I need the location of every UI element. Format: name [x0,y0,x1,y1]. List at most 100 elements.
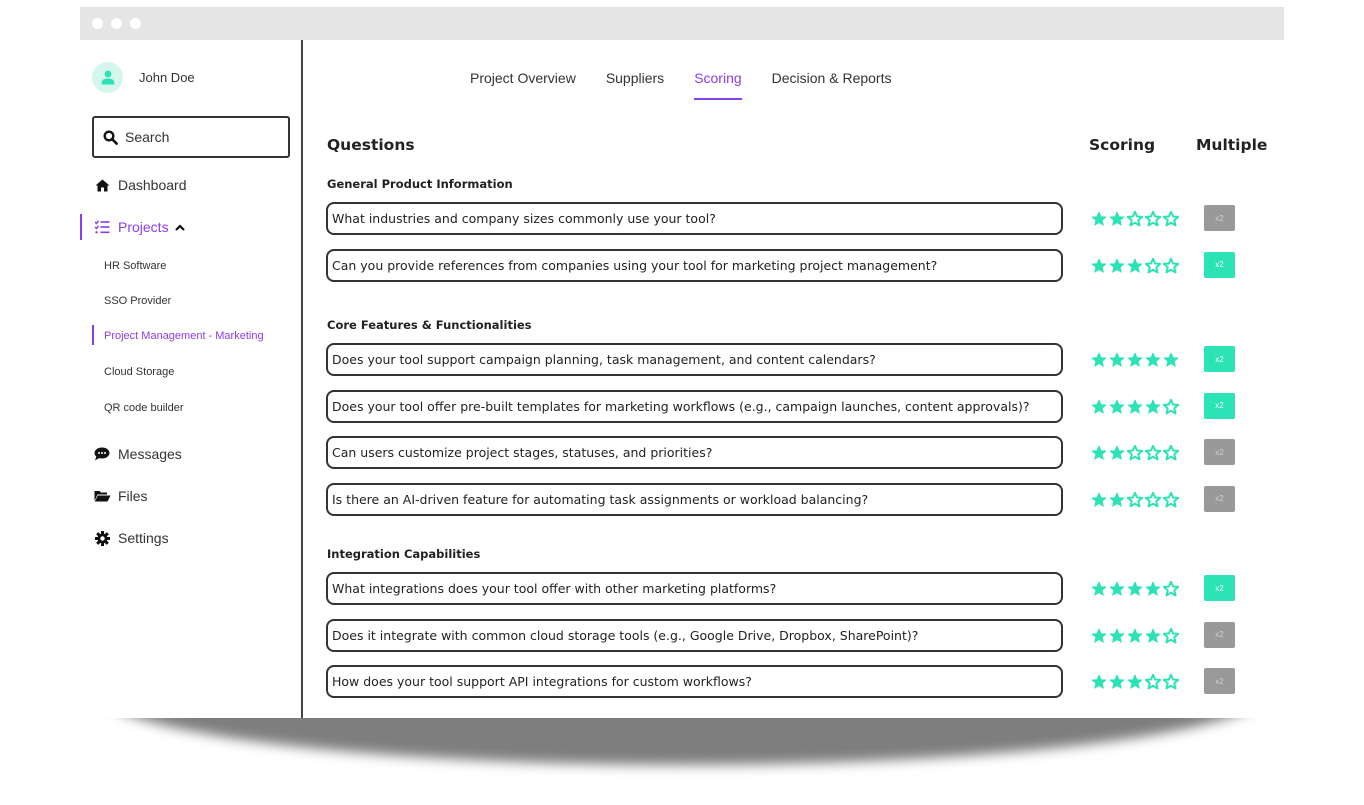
search-label: Search [125,129,170,145]
star-empty-icon[interactable] [1127,445,1143,461]
star-empty-icon[interactable] [1163,491,1179,508]
star-rating[interactable] [1091,211,1179,227]
tab-project-overview[interactable]: Project Overview [470,70,576,86]
star-rating[interactable] [1091,352,1179,368]
search-input[interactable]: Search [92,116,290,158]
star-filled-icon[interactable] [1091,674,1107,690]
star-empty-icon[interactable] [1163,674,1179,690]
star-empty-icon[interactable] [1145,491,1161,508]
star-rating[interactable] [1091,491,1179,508]
active-indicator [80,214,82,240]
question-field[interactable]: Can users customize project stages, stat… [326,436,1063,469]
question-field[interactable]: Does your tool support campaign planning… [326,343,1063,376]
star-filled-icon[interactable] [1145,628,1161,644]
app-window: John Doe Search Dashboard Projects HR So… [80,7,1284,718]
sidebar-item-settings[interactable]: Settings [93,530,169,546]
star-filled-icon[interactable] [1109,445,1125,461]
multiplier-toggle[interactable]: x2 [1204,485,1235,512]
star-rating[interactable] [1091,627,1179,644]
star-filled-icon[interactable] [1109,211,1125,227]
star-empty-icon[interactable] [1163,398,1179,415]
section-title: Integration Capabilities [327,547,481,561]
star-filled-icon[interactable] [1127,581,1143,597]
tab-suppliers[interactable]: Suppliers [606,70,664,86]
star-filled-icon[interactable] [1145,399,1161,415]
star-empty-icon[interactable] [1127,211,1143,227]
star-filled-icon[interactable] [1145,581,1161,597]
star-filled-icon[interactable] [1109,492,1125,508]
star-empty-icon[interactable] [1163,581,1179,597]
question-field[interactable]: Can you provide references from companie… [326,248,1063,282]
sidebar-item-projects[interactable]: Projects [93,219,185,235]
star-empty-icon[interactable] [1163,257,1179,274]
star-filled-icon[interactable] [1109,674,1125,690]
tab-bar: Project Overview Suppliers Scoring Decis… [470,70,921,100]
star-filled-icon[interactable] [1109,399,1125,415]
question-field[interactable]: Does your tool offer pre-built templates… [326,389,1063,423]
star-empty-icon[interactable] [1163,445,1179,461]
sidebar-item-files[interactable]: Files [93,488,148,504]
star-filled-icon[interactable] [1091,399,1107,415]
star-filled-icon[interactable] [1163,352,1179,368]
star-filled-icon[interactable] [1109,352,1125,368]
star-filled-icon[interactable] [1127,258,1143,274]
multiplier-toggle[interactable]: x2 [1204,621,1235,648]
question-field[interactable]: Is there an AI-driven feature for automa… [326,482,1063,516]
window-close-dot[interactable] [92,18,103,29]
star-rating[interactable] [1091,581,1179,597]
multiplier-toggle[interactable]: x2 [1204,439,1235,465]
star-filled-icon[interactable] [1091,492,1107,508]
star-rating[interactable] [1091,674,1179,690]
project-item[interactable]: Cloud Storage [104,366,174,378]
tab-decision-reports[interactable]: Decision & Reports [772,70,892,86]
star-rating[interactable] [1091,398,1179,415]
star-filled-icon[interactable] [1091,581,1107,597]
project-item[interactable]: HR Software [104,260,166,272]
project-item-active[interactable]: Project Management - Marketing [104,330,264,342]
star-empty-icon[interactable] [1163,627,1179,644]
star-filled-icon[interactable] [1145,352,1161,368]
star-filled-icon[interactable] [1091,258,1107,274]
star-filled-icon[interactable] [1091,352,1107,368]
question-field[interactable]: How does your tool support API integrati… [326,665,1063,698]
star-filled-icon[interactable] [1127,352,1143,368]
section-title: Core Features & Functionalities [327,318,532,332]
star-empty-icon[interactable] [1145,211,1161,227]
star-filled-icon[interactable] [1109,581,1125,597]
gear-icon [93,530,111,546]
project-item[interactable]: QR code builder [104,402,184,414]
star-filled-icon[interactable] [1109,258,1125,274]
sidebar-item-messages[interactable]: Messages [93,446,182,462]
star-filled-icon[interactable] [1091,211,1107,227]
star-empty-icon[interactable] [1145,674,1161,690]
star-empty-icon[interactable] [1145,257,1161,274]
question-field[interactable]: What integrations does your tool offer w… [326,572,1063,605]
star-empty-icon[interactable] [1163,211,1179,227]
multiplier-toggle[interactable]: x2 [1204,575,1235,601]
multiplier-toggle[interactable]: x2 [1204,346,1235,372]
star-empty-icon[interactable] [1145,445,1161,461]
question-field[interactable]: What industries and company sizes common… [326,202,1063,235]
star-filled-icon[interactable] [1109,628,1125,644]
project-item[interactable]: SSO Provider [104,295,171,307]
star-rating[interactable] [1091,445,1179,461]
star-filled-icon[interactable] [1127,399,1143,415]
user-profile[interactable]: John Doe [92,62,195,93]
star-filled-icon[interactable] [1127,674,1143,690]
star-filled-icon[interactable] [1091,445,1107,461]
star-filled-icon[interactable] [1091,628,1107,644]
multiplier-toggle[interactable]: x2 [1204,668,1235,694]
window-minimize-dot[interactable] [111,18,122,29]
sidebar-item-dashboard[interactable]: Dashboard [93,177,187,193]
question-field[interactable]: Does it integrate with common cloud stor… [326,618,1063,652]
multiplier-toggle[interactable]: x2 [1204,251,1235,278]
star-rating[interactable] [1091,257,1179,274]
star-empty-icon[interactable] [1127,491,1143,508]
tab-scoring[interactable]: Scoring [694,70,743,100]
chevron-up-icon[interactable] [174,223,185,231]
multiplier-toggle[interactable]: x2 [1204,205,1235,231]
user-icon [101,70,114,85]
window-maximize-dot[interactable] [130,18,141,29]
star-filled-icon[interactable] [1127,628,1143,644]
multiplier-toggle[interactable]: x2 [1204,392,1235,419]
